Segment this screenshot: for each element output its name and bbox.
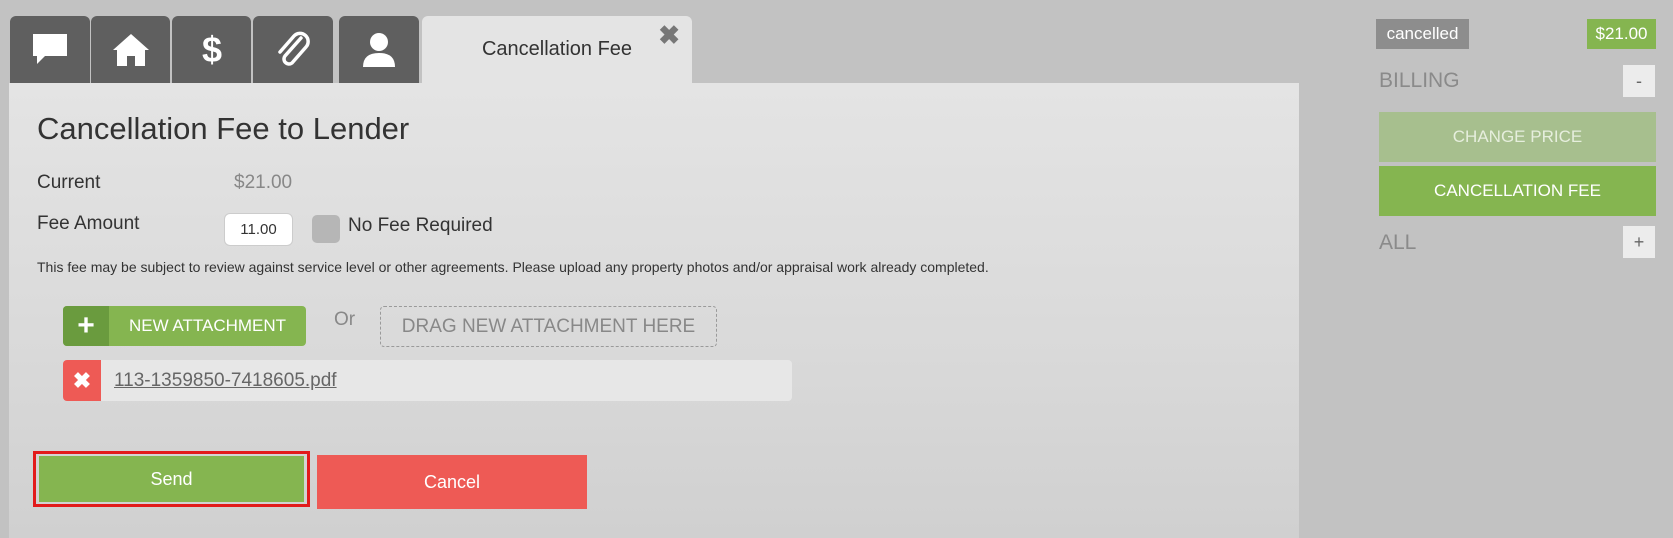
change-price-button[interactable]: CHANGE PRICE (1379, 112, 1656, 162)
fee-amount-input[interactable] (224, 213, 293, 246)
billing-section-label: BILLING (1379, 69, 1460, 92)
no-fee-label: No Fee Required (348, 215, 493, 236)
attachment-drop-zone[interactable]: DRAG NEW ATTACHMENT HERE (380, 306, 717, 347)
tab-contacts[interactable] (339, 16, 419, 84)
plus-icon: + (63, 306, 109, 346)
user-icon (361, 31, 397, 69)
fee-note: This fee may be subject to review agains… (37, 259, 989, 275)
page-title: Cancellation Fee to Lender (37, 111, 410, 146)
dollar-icon: $ (197, 30, 227, 70)
tab-billing[interactable]: $ (172, 16, 251, 84)
app-root: $ Cancellation Fee ✖ Cancellation Fee to… (0, 0, 1673, 538)
billing-collapse-button[interactable]: - (1623, 65, 1655, 97)
no-fee-checkbox[interactable] (312, 215, 340, 243)
cancellation-fee-panel: Cancellation Fee to Lender Current $21.0… (9, 83, 1299, 538)
send-button-label: Send (39, 456, 304, 502)
chat-icon (31, 32, 69, 68)
paperclip-icon (273, 30, 313, 70)
cancellation-fee-button[interactable]: CANCELLATION FEE (1379, 166, 1656, 216)
svg-text:$: $ (201, 30, 221, 70)
send-button[interactable]: Send (33, 451, 310, 507)
home-icon (111, 32, 151, 68)
tab-home[interactable] (91, 16, 170, 84)
tab-cancellation-fee[interactable]: Cancellation Fee ✖ (422, 16, 692, 84)
tab-cancellation-fee-label: Cancellation Fee (481, 38, 633, 60)
tab-messages[interactable] (10, 16, 90, 84)
fee-amount-label: Fee Amount (37, 213, 140, 234)
current-value: $21.00 (234, 172, 293, 193)
remove-attachment-icon[interactable]: ✖ (63, 360, 101, 401)
or-separator: Or (334, 309, 356, 330)
status-badge: cancelled (1376, 19, 1469, 49)
all-section-label: ALL (1379, 231, 1417, 254)
new-attachment-label: NEW ATTACHMENT (128, 316, 287, 335)
tab-attachments[interactable] (253, 16, 333, 84)
attachment-row: ✖ 113-1359850-7418605.pdf (63, 360, 792, 401)
cancel-button[interactable]: Cancel (317, 455, 587, 509)
close-icon[interactable]: ✖ (658, 22, 680, 48)
attachment-file-link[interactable]: 113-1359850-7418605.pdf (114, 370, 337, 392)
price-badge: $21.00 (1587, 19, 1656, 49)
new-attachment-button[interactable]: + NEW ATTACHMENT (63, 306, 306, 346)
current-label: Current (37, 172, 101, 193)
all-expand-button[interactable]: + (1623, 226, 1655, 258)
